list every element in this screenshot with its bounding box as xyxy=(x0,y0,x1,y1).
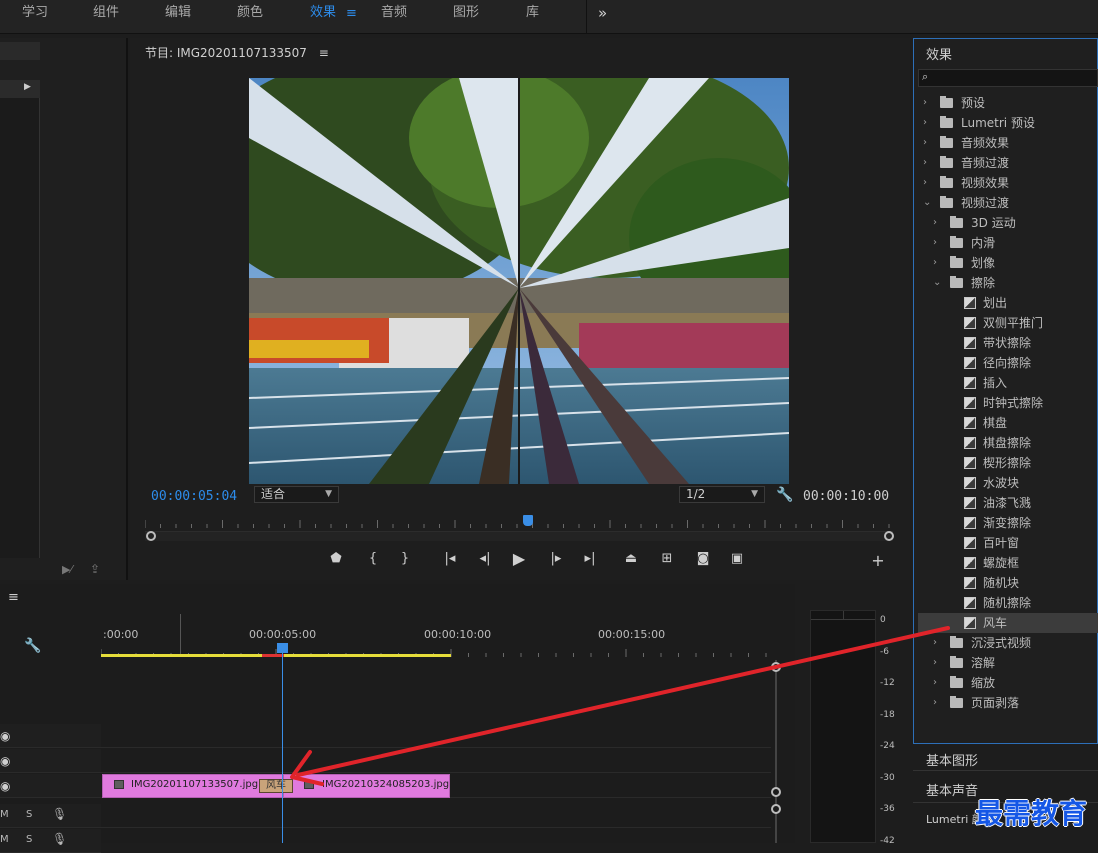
watermark: 最需教育 xyxy=(975,797,1088,830)
annotation-arrow xyxy=(290,626,950,786)
